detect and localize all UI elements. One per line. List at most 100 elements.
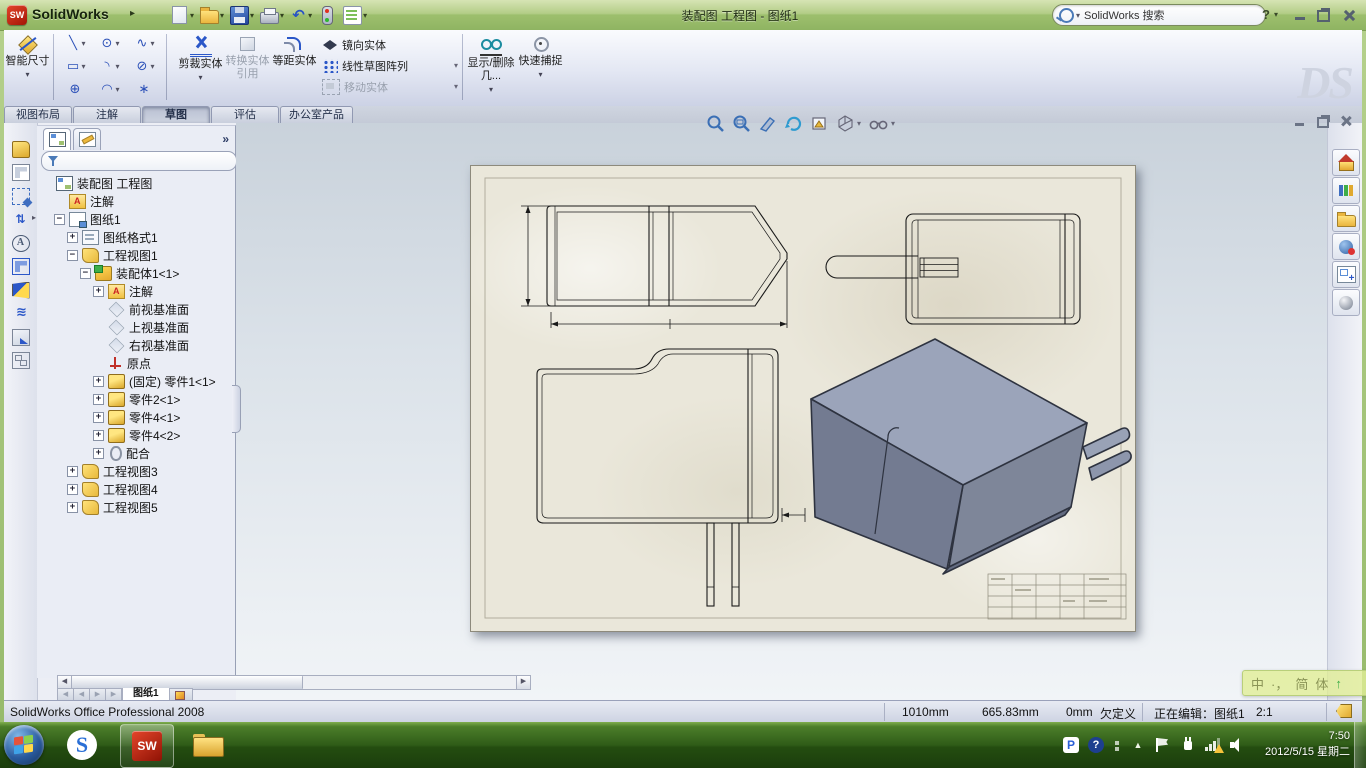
update-view-button[interactable]: ⇅ — [10, 210, 31, 230]
tree-filter-input[interactable] — [41, 151, 237, 171]
dropdown-caret-icon[interactable]: ▾ — [454, 61, 458, 70]
network-icon[interactable] — [1205, 737, 1221, 753]
toolbar-flyout-arrow-icon[interactable]: ▸ — [32, 213, 36, 222]
tree-item-8[interactable]: 上视基准面 — [39, 318, 233, 336]
taskbar-clock[interactable]: 7:50 2012/5/15 星期二 — [1265, 728, 1350, 760]
tree-expander-icon[interactable]: − — [54, 214, 65, 225]
dropdown-caret-icon[interactable]: ▾ — [150, 62, 154, 71]
add-sheet-tab[interactable] — [170, 688, 193, 700]
front-view-dimension[interactable] — [782, 508, 805, 522]
tree-item-3[interactable]: +图纸格式1 — [39, 228, 233, 246]
app-brand[interactable]: SolidWorks — [32, 6, 109, 22]
dropdown-caret-icon[interactable]: ▾ — [198, 71, 202, 84]
side-view-drawing[interactable] — [826, 214, 1080, 324]
ime-expand-icon[interactable]: ↑ — [1335, 676, 1342, 691]
design-library-button[interactable] — [1332, 177, 1360, 204]
view-palette-button[interactable] — [10, 257, 31, 277]
title-block[interactable] — [988, 574, 1126, 619]
trim-entities-button[interactable]: 剪裁实体 ▾ — [177, 31, 224, 106]
3d-drawing-view-icon[interactable] — [810, 114, 829, 133]
dropdown-caret-icon[interactable]: ▾ — [454, 82, 458, 91]
print-button[interactable]: ▾ — [258, 4, 286, 26]
tree-item-14[interactable]: +零件4<2> — [39, 426, 233, 444]
command-tab-注解[interactable]: 注解 — [73, 106, 141, 123]
dropdown-caret-icon[interactable]: ▾ — [81, 62, 85, 71]
dropdown-caret-icon[interactable]: ▾ — [25, 68, 29, 81]
graphics-viewport[interactable] — [236, 123, 1328, 700]
sheet-tab-active[interactable]: 图纸1 — [122, 688, 170, 700]
point-tool-button[interactable]: ∗ — [126, 78, 162, 101]
sheet-nav-next-icon[interactable]: ▶ — [90, 688, 106, 700]
dropdown-caret-icon[interactable]: ▾ — [220, 11, 224, 20]
panel-expand-chevron[interactable]: » — [222, 132, 229, 146]
dropdown-caret-icon[interactable]: ▾ — [250, 11, 254, 20]
view-orientation-icon[interactable] — [758, 114, 777, 133]
undo-button[interactable]: ↶▾ — [288, 4, 314, 26]
options-button[interactable]: ▾ — [341, 4, 369, 26]
section-view-button[interactable] — [10, 186, 31, 206]
zoom-to-fit-icon[interactable] — [706, 114, 725, 133]
move-entities-button[interactable]: 移动实体 ▾ — [322, 76, 458, 97]
tree-expander-icon[interactable]: − — [67, 250, 78, 261]
tree-expander-icon[interactable]: + — [67, 466, 78, 477]
command-tab-草图[interactable]: 草图 — [142, 106, 210, 123]
dropdown-caret-icon[interactable]: ▾ — [363, 11, 367, 20]
tree-expander-icon[interactable]: + — [93, 394, 104, 405]
rotate-view-icon[interactable] — [784, 114, 803, 133]
fillet-tool-button[interactable]: ◠▾ — [92, 78, 126, 101]
tree-expander-icon[interactable]: − — [80, 268, 91, 279]
file-explorer-button[interactable] — [1332, 205, 1360, 232]
tree-item-4[interactable]: −工程视图1 — [39, 246, 233, 264]
tree-item-1[interactable]: 注解 — [39, 192, 233, 210]
tree-expander-icon[interactable]: + — [67, 232, 78, 243]
display-delete-relations-button[interactable]: 显示/删除几... ▾ — [465, 31, 517, 106]
sheet-nav-last-icon[interactable]: ▶ — [106, 688, 122, 700]
mirror-entities-button[interactable]: 镜向实体 — [322, 34, 458, 55]
isometric-view-drawing[interactable] — [811, 339, 1131, 574]
dropdown-caret-icon[interactable]: ▾ — [308, 11, 312, 20]
solidworks-search-button[interactable] — [1332, 233, 1360, 260]
tree-item-2[interactable]: −图纸1 — [39, 210, 233, 228]
tree-expander-icon[interactable]: + — [93, 448, 104, 459]
appearances-button[interactable] — [1332, 289, 1360, 316]
taskbar-explorer-button[interactable] — [192, 729, 224, 761]
tree-expander-icon[interactable]: + — [67, 484, 78, 495]
tree-item-9[interactable]: 右视基准面 — [39, 336, 233, 354]
doc-restore-button[interactable] — [1315, 114, 1332, 128]
ime-mode-item[interactable]: ·， — [1271, 674, 1288, 693]
view-palette-button[interactable] — [1332, 261, 1360, 288]
offset-entities-button[interactable]: 等距实体 — [271, 31, 318, 106]
minimize-button[interactable] — [1292, 8, 1310, 22]
dropdown-caret-icon[interactable]: ▾ — [489, 83, 493, 96]
new-document-button[interactable]: ▾ — [168, 4, 196, 26]
tags-icon[interactable] — [1336, 704, 1352, 718]
start-button[interactable] — [4, 725, 44, 765]
propertymanager-tab[interactable] — [73, 128, 101, 150]
tree-expander-icon[interactable]: + — [93, 286, 104, 297]
taskbar-browser-button[interactable]: S — [66, 729, 98, 761]
scroll-right-arrow-icon[interactable]: ▶ — [516, 676, 530, 689]
dropdown-caret-icon[interactable]: ▾ — [115, 85, 119, 94]
front-view-drawing[interactable] — [537, 349, 805, 606]
power-icon[interactable] — [1180, 737, 1196, 753]
dropdown-caret-icon[interactable]: ▾ — [81, 39, 85, 48]
tree-item-6[interactable]: +注解 — [39, 282, 233, 300]
tree-expander-icon[interactable]: + — [93, 376, 104, 387]
tree-item-18[interactable]: +工程视图5 — [39, 498, 233, 516]
solidworks-resources-button[interactable] — [1332, 149, 1360, 176]
command-tab-评估[interactable]: 评估 — [211, 106, 279, 123]
volume-icon[interactable] — [1230, 737, 1246, 753]
tray-help-icon[interactable]: ? — [1088, 737, 1104, 753]
solidworks-logo-icon[interactable]: SW — [7, 5, 27, 25]
spline-tool-button[interactable]: ∿▾ — [126, 32, 162, 55]
rebuild-button[interactable] — [316, 4, 339, 26]
sheet-nav-first-icon[interactable]: ◀ — [57, 688, 74, 700]
rectangle-tool-button[interactable]: ▭▾ — [58, 55, 92, 78]
show-desktop-button[interactable] — [1354, 722, 1366, 768]
dropdown-caret-icon[interactable]: ▾ — [115, 39, 119, 48]
doc-minimize-button[interactable] — [1292, 114, 1309, 128]
dropdown-caret-icon[interactable]: ▾ — [115, 62, 119, 71]
ime-mode-item[interactable]: 中 — [1251, 674, 1264, 693]
ellipse-tool-button[interactable]: ⊘▾ — [126, 55, 162, 78]
doc-close-button[interactable] — [1338, 114, 1355, 128]
